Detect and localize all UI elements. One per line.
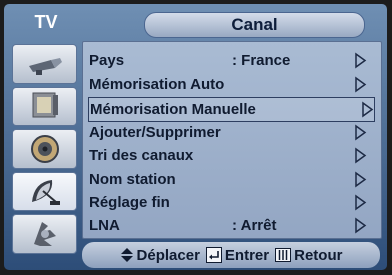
- menu-item-label: Réglage fin: [89, 194, 170, 211]
- icon-column: [12, 44, 77, 254]
- menu-panel: Pays : France Mémorisation Auto Mémorisa…: [82, 41, 382, 239]
- tv-osd-menu: TV Canal Pays: France Mémorisation Auto…: [4, 4, 387, 270]
- speaker-icon: [30, 134, 59, 163]
- chevron-right-icon: [355, 171, 367, 188]
- menu-item-label: Mémorisation Manuelle: [90, 101, 256, 118]
- footer-enter-label: Entrer: [224, 246, 270, 264]
- up-down-arrow-icon: [120, 248, 133, 262]
- menu-item-lna[interactable]: LNA : Arrêt: [89, 214, 367, 237]
- menu-item-value: : France: [232, 52, 291, 69]
- sidebar-picture-button[interactable]: [12, 86, 77, 127]
- chevron-right-icon: [355, 76, 367, 93]
- sidebar-setup-button[interactable]: [12, 214, 77, 254]
- menu-item-reglage-fin[interactable]: Réglage fin: [89, 191, 367, 214]
- menu-item-memorisation-auto[interactable]: Mémorisation Auto: [89, 73, 367, 96]
- satellite-dish-icon: [31, 179, 60, 205]
- tv-set-icon: [32, 92, 58, 118]
- chevron-right-icon: [355, 124, 367, 141]
- sidebar-sound-button[interactable]: [12, 129, 77, 169]
- menu-item-ajouter-supprimer[interactable]: Ajouter/Supprimer: [89, 121, 367, 144]
- chevron-right-icon: [355, 194, 367, 211]
- sidebar-antenna-button[interactable]: [12, 44, 77, 84]
- footer-return-label: Retour: [294, 246, 343, 264]
- footer-move-label: Déplacer: [136, 246, 200, 264]
- menu-item-pays[interactable]: Pays : France: [89, 49, 367, 72]
- chevron-right-icon: [362, 101, 374, 118]
- chevron-right-icon: [355, 52, 367, 69]
- menu-item-value: : Arrêt: [232, 217, 277, 234]
- gear-icon: [33, 222, 56, 247]
- menu-item-label: Mémorisation Auto: [89, 76, 225, 93]
- footer-return-hint: Retour: [275, 247, 342, 264]
- menu-item-label: Tri des canaux: [89, 147, 194, 164]
- footer-move-hint: Déplacer: [120, 247, 200, 264]
- chevron-right-icon: [355, 217, 367, 234]
- menu-item-label: Nom station: [89, 171, 176, 188]
- menu-item-label: Pays: [89, 52, 125, 69]
- footer-enter-hint: Entrer: [205, 246, 270, 264]
- menu-title: Canal: [144, 12, 365, 38]
- antenna-icon: [28, 57, 62, 75]
- return-icon: [275, 248, 292, 262]
- tv-tab: TV: [34, 12, 58, 32]
- menu-item-label: Ajouter/Supprimer: [89, 124, 221, 141]
- enter-icon: [205, 247, 222, 263]
- menu-item-memorisation-manuelle[interactable]: Mémorisation Manuelle: [88, 97, 375, 122]
- footer-hints: Déplacer Entrer Retour: [82, 242, 380, 268]
- chevron-right-icon: [355, 147, 367, 164]
- menu-item-tri-des-canaux[interactable]: Tri des canaux: [89, 144, 367, 167]
- menu-item-nom-station[interactable]: Nom station: [89, 168, 367, 191]
- menu-item-label: LNA: [89, 217, 120, 234]
- sidebar-channel-button[interactable]: [12, 171, 77, 212]
